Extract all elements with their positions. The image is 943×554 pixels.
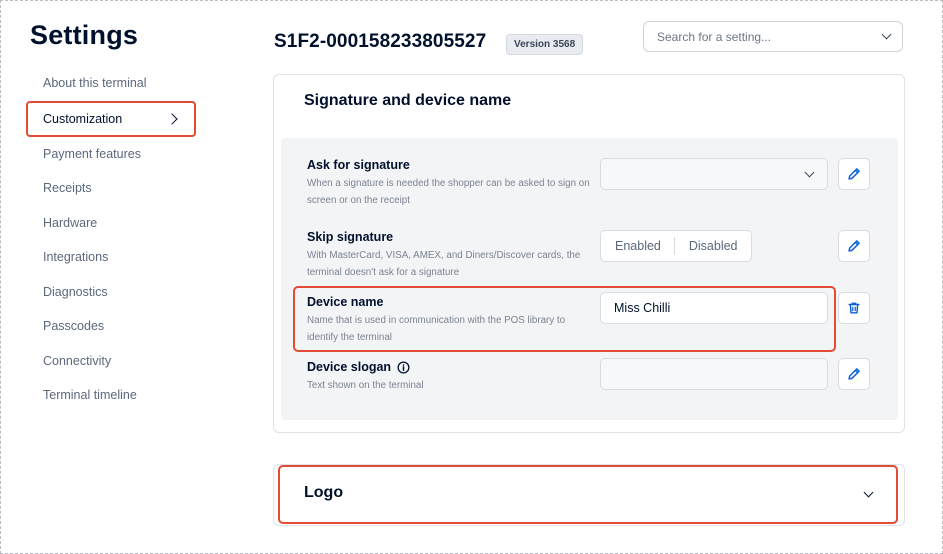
edit-device-slogan-button[interactable] <box>838 358 870 390</box>
sidebar-item-label: Payment features <box>43 146 141 161</box>
settings-search-select[interactable]: Search for a setting... <box>643 21 903 52</box>
sidebar-item-label: Passcodes <box>43 319 105 334</box>
pencil-icon <box>848 368 860 380</box>
sidebar-nav: About this terminal Customization Paymen… <box>26 66 196 413</box>
sidebar-item-diagnostics[interactable]: Diagnostics <box>26 275 196 310</box>
setting-label: Ask for signature <box>307 158 410 172</box>
trash-icon <box>848 302 860 314</box>
sidebar-item-label: Diagnostics <box>43 284 108 299</box>
terminal-id: S1F2-000158233805527 <box>274 31 487 52</box>
search-placeholder: Search for a setting... <box>657 29 772 44</box>
edit-ask-for-signature-button[interactable] <box>838 158 870 190</box>
setting-skip-signature: Skip signature With MasterCard, VISA, AM… <box>281 230 898 290</box>
pencil-icon <box>848 168 860 180</box>
sidebar-item-terminal-timeline[interactable]: Terminal timeline <box>26 378 196 413</box>
section-title: Signature and device name <box>304 92 512 109</box>
sidebar-item-customization[interactable]: Customization <box>26 100 196 137</box>
disabled-option[interactable]: Disabled <box>675 237 751 255</box>
setting-ask-for-signature: Ask for signature When a signature is ne… <box>281 158 898 218</box>
setting-device-name: Device name Name that is used in communi… <box>281 292 898 355</box>
setting-label: Device name <box>307 295 384 309</box>
sidebar-item-payment-features[interactable]: Payment features <box>26 137 196 172</box>
setting-device-slogan: Device slogan Text shown on the terminal <box>281 358 898 400</box>
setting-description: Text shown on the terminal <box>307 380 424 391</box>
sidebar-item-connectivity[interactable]: Connectivity <box>26 344 196 379</box>
setting-label: Device slogan <box>307 360 392 374</box>
sidebar-item-label: Customization <box>43 111 123 126</box>
ask-for-signature-select[interactable] <box>600 158 828 190</box>
setting-label-wrapper: Device slogan <box>307 360 410 374</box>
enabled-option[interactable]: Enabled <box>601 237 675 255</box>
signature-and-device-name-card: Signature and device name Ask for signat… <box>273 74 905 433</box>
page-title: Settings <box>30 20 139 50</box>
chevron-down-icon <box>881 29 892 40</box>
chevron-down-icon <box>804 167 815 177</box>
setting-description: Name that is used in communication with … <box>307 315 566 343</box>
sidebar-item-passcodes[interactable]: Passcodes <box>26 309 196 344</box>
info-icon[interactable] <box>397 360 410 374</box>
setting-description: When a signature is needed the shopper c… <box>307 178 590 206</box>
setting-description: With MasterCard, VISA, AMEX, and Diners/… <box>307 250 581 278</box>
chevron-right-icon <box>166 112 178 125</box>
sidebar-item-label: Connectivity <box>43 353 112 368</box>
chevron-down-icon <box>863 487 874 498</box>
sidebar-item-hardware[interactable]: Hardware <box>26 206 196 241</box>
delete-device-name-button[interactable] <box>838 292 870 324</box>
sidebar-item-about-this-terminal[interactable]: About this terminal <box>26 66 196 101</box>
sidebar-item-label: Hardware <box>43 215 98 230</box>
settings-panel: Ask for signature When a signature is ne… <box>281 138 898 420</box>
sidebar-item-label: Terminal timeline <box>43 388 137 403</box>
sidebar-item-label: Integrations <box>43 250 109 265</box>
edit-skip-signature-button[interactable] <box>838 230 870 262</box>
version-badge: Version 3568 <box>506 34 584 55</box>
sidebar-item-label: About this terminal <box>43 76 147 91</box>
sidebar-item-label: Receipts <box>43 181 92 196</box>
device-name-input[interactable]: Miss Chilli <box>600 292 828 324</box>
setting-label: Skip signature <box>307 230 394 244</box>
device-slogan-input[interactable] <box>600 358 828 390</box>
sidebar-item-receipts[interactable]: Receipts <box>26 171 196 206</box>
sidebar-item-integrations[interactable]: Integrations <box>26 240 196 275</box>
section-title: Logo <box>304 484 344 501</box>
skip-signature-toggle: Enabled Disabled <box>600 230 752 262</box>
pencil-icon <box>848 240 860 252</box>
logo-card[interactable]: Logo <box>273 464 905 526</box>
